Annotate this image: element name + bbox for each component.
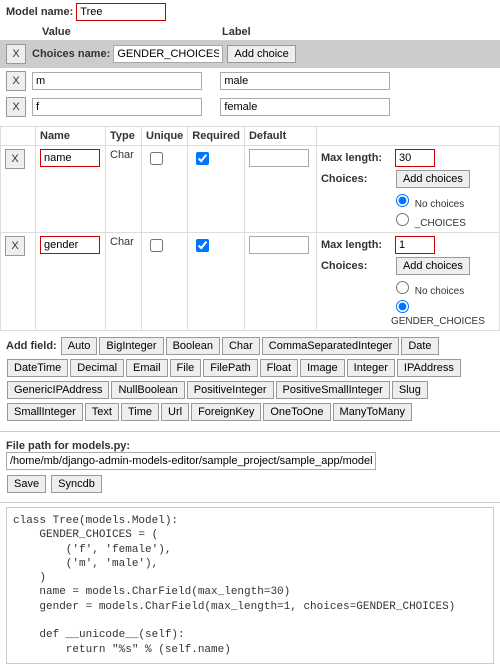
add-field-section: Add field: AutoBigIntegerBooleanCharComm…: [0, 331, 500, 427]
choices-name-label: Choices name:: [32, 48, 110, 60]
fieldtype-char-button[interactable]: Char: [222, 337, 260, 355]
field-type-cell: Char: [106, 233, 142, 331]
add-choice-button[interactable]: Add choice: [227, 45, 295, 63]
field-required-checkbox[interactable]: [196, 239, 209, 252]
fieldtype-positiveinteger-button[interactable]: PositiveInteger: [187, 381, 274, 399]
add-choices-button[interactable]: Add choices: [396, 257, 470, 275]
fieldtype-smallinteger-button[interactable]: SmallInteger: [7, 403, 83, 421]
max-length-input[interactable]: [395, 149, 435, 167]
fieldtype-onetoone-button[interactable]: OneToOne: [263, 403, 330, 421]
remove-choice-button[interactable]: X: [6, 71, 26, 91]
choice-option-radio[interactable]: [396, 194, 409, 207]
fieldtype-biginteger-button[interactable]: BigInteger: [99, 337, 163, 355]
choice-columns-header: Value Label: [0, 24, 500, 40]
fieldtype-file-button[interactable]: File: [170, 359, 202, 377]
choices-name-input[interactable]: [113, 45, 223, 63]
choice-option-radio[interactable]: [396, 281, 409, 294]
choice-label-input[interactable]: [220, 98, 390, 116]
col-name: Name: [36, 127, 106, 146]
fieldtype-positivesmallinteger-button[interactable]: PositiveSmallInteger: [276, 381, 390, 399]
fieldtype-auto-button[interactable]: Auto: [61, 337, 98, 355]
col-required: Required: [188, 127, 245, 146]
col-type: Type: [106, 127, 142, 146]
add-field-label: Add field:: [6, 340, 57, 352]
choices-label: Choices:: [321, 260, 391, 272]
fieldtype-image-button[interactable]: Image: [300, 359, 345, 377]
field-default-input[interactable]: [249, 236, 309, 254]
field-name-input[interactable]: [40, 236, 100, 254]
fieldtype-date-button[interactable]: Date: [401, 337, 438, 355]
fieldtype-decimal-button[interactable]: Decimal: [70, 359, 124, 377]
choice-row: X: [0, 94, 500, 120]
max-length-input[interactable]: [395, 236, 435, 254]
value-header: Value: [42, 26, 222, 38]
field-default-input[interactable]: [249, 149, 309, 167]
field-required-checkbox[interactable]: [196, 152, 209, 165]
model-name-input[interactable]: [76, 3, 166, 21]
field-unique-checkbox[interactable]: [150, 152, 163, 165]
remove-choices-button[interactable]: X: [6, 44, 26, 64]
choice-option-radio[interactable]: [396, 213, 409, 226]
choices-header-row: X Choices name: Add choice: [0, 40, 500, 68]
fieldtype-ipaddress-button[interactable]: IPAddress: [397, 359, 461, 377]
filepath-section: File path for models.py: Save Syncdb: [0, 436, 500, 498]
filepath-input[interactable]: [6, 452, 376, 470]
fieldtype-url-button[interactable]: Url: [161, 403, 189, 421]
field-type-cell: Char: [106, 146, 142, 233]
field-unique-checkbox[interactable]: [150, 239, 163, 252]
remove-field-button[interactable]: X: [5, 236, 25, 256]
field-name-input[interactable]: [40, 149, 100, 167]
choice-row: X: [0, 68, 500, 94]
choice-option-radio[interactable]: [396, 300, 409, 313]
save-button[interactable]: Save: [7, 475, 46, 493]
fieldtype-float-button[interactable]: Float: [260, 359, 298, 377]
filepath-label: File path for models.py:: [6, 440, 494, 452]
fieldtype-nullboolean-button[interactable]: NullBoolean: [111, 381, 184, 399]
fieldtype-boolean-button[interactable]: Boolean: [166, 337, 220, 355]
fieldtype-time-button[interactable]: Time: [121, 403, 159, 421]
col-default: Default: [244, 127, 316, 146]
label-header: Label: [222, 26, 402, 38]
fields-table: Name Type Unique Required Default X Char M…: [0, 126, 500, 331]
fieldtype-genericipaddress-button[interactable]: GenericIPAddress: [7, 381, 109, 399]
choices-label: Choices:: [321, 173, 391, 185]
fieldtype-text-button[interactable]: Text: [85, 403, 119, 421]
fieldtype-datetime-button[interactable]: DateTime: [7, 359, 68, 377]
choice-value-input[interactable]: [32, 98, 202, 116]
model-name-label: Model name:: [6, 6, 73, 18]
add-choices-button[interactable]: Add choices: [396, 170, 470, 188]
fieldtype-email-button[interactable]: Email: [126, 359, 168, 377]
choice-label-input[interactable]: [220, 72, 390, 90]
code-preview: class Tree(models.Model): GENDER_CHOICES…: [6, 507, 494, 664]
max-length-label: Max length:: [321, 239, 391, 251]
col-unique: Unique: [142, 127, 188, 146]
choice-value-input[interactable]: [32, 72, 202, 90]
field-row: XCharMax length:Choices:Add choices No c…: [1, 233, 500, 331]
remove-field-button[interactable]: X: [5, 149, 25, 169]
fieldtype-filepath-button[interactable]: FilePath: [203, 359, 257, 377]
remove-choice-button[interactable]: X: [6, 97, 26, 117]
fieldtype-integer-button[interactable]: Integer: [347, 359, 395, 377]
fieldtype-commaseparatedinteger-button[interactable]: CommaSeparatedInteger: [262, 337, 400, 355]
max-length-label: Max length:: [321, 152, 391, 164]
syncdb-button[interactable]: Syncdb: [51, 475, 102, 493]
field-row: XCharMax length:Choices:Add choices No c…: [1, 146, 500, 233]
fields-header-row: Name Type Unique Required Default: [1, 127, 500, 146]
fieldtype-foreignkey-button[interactable]: ForeignKey: [191, 403, 261, 421]
fieldtype-manytomany-button[interactable]: ManyToMany: [333, 403, 412, 421]
model-name-row: Model name:: [0, 0, 500, 24]
fieldtype-slug-button[interactable]: Slug: [392, 381, 428, 399]
